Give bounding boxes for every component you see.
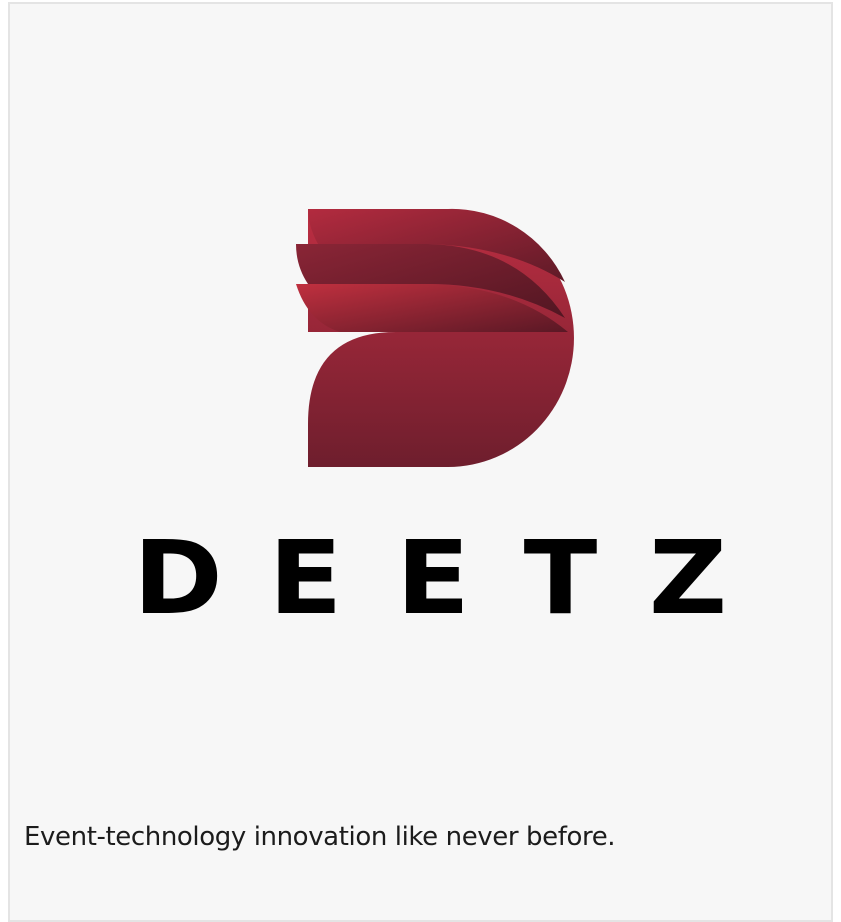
wordmark-letter: T (523, 519, 598, 638)
brand-wordmark: D E E T Z (123, 524, 743, 634)
wordmark-letter: Z (648, 519, 728, 638)
wordmark-letter: D (133, 519, 223, 638)
deetz-logo-icon (296, 208, 574, 467)
brand-card: D E E T Z Event-technology innovation li… (8, 2, 833, 922)
tagline: Event-technology innovation like never b… (24, 822, 616, 852)
wordmark-letter: E (268, 519, 343, 638)
wordmark-letter: E (396, 519, 470, 638)
